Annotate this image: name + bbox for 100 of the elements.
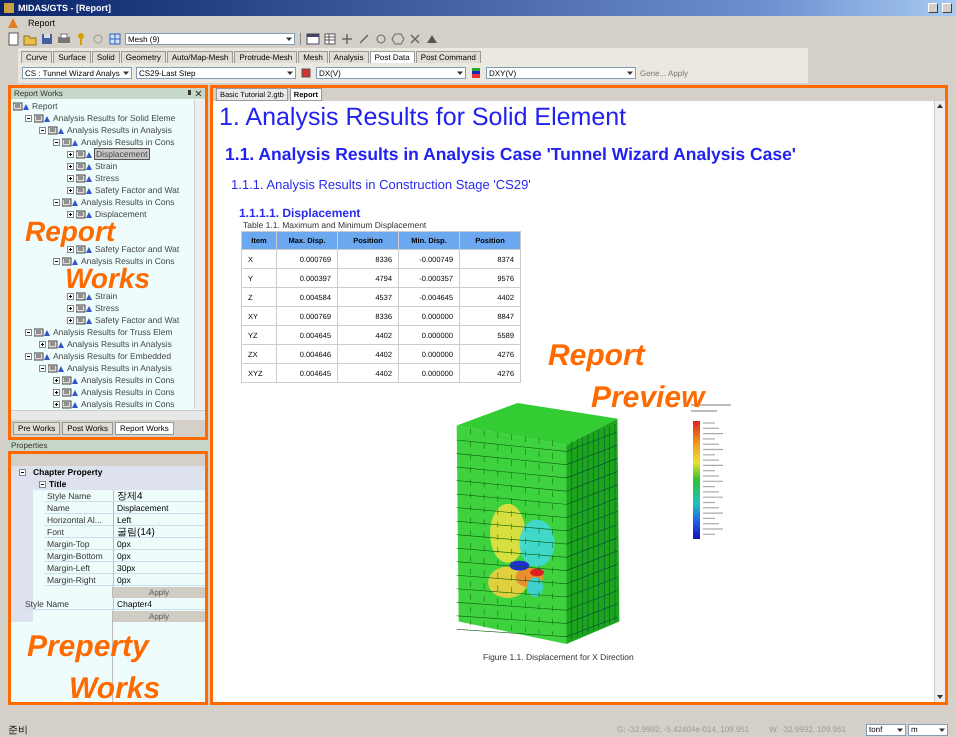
tree-item[interactable]: Displacement [94, 209, 148, 219]
tree-item[interactable]: Analysis Results in Cons [80, 375, 176, 385]
tree-item[interactable]: Strain [94, 161, 118, 171]
tree-item[interactable]: Analysis Results for Embedded [52, 351, 172, 361]
hexagon-icon[interactable] [391, 32, 405, 46]
close-icon[interactable] [195, 90, 202, 97]
pin-icon[interactable] [186, 90, 193, 97]
slash-icon[interactable] [357, 32, 371, 46]
expand-icon[interactable] [67, 292, 74, 300]
property-value[interactable]: 0px [113, 538, 205, 550]
tree-item[interactable]: Analysis Results in Analysis [66, 339, 173, 349]
tree-item[interactable]: Safety Factor and Wat [94, 315, 180, 325]
color-bar-icon[interactable] [470, 67, 482, 79]
close-button[interactable] [942, 3, 952, 13]
case-combo[interactable]: CS : Tunnel Wizard Analys [22, 67, 132, 79]
tree-item[interactable]: Analysis Results in Analysis [66, 363, 173, 373]
tree-item[interactable]: Analysis Results in Cons [80, 137, 176, 147]
ribbon-tab[interactable]: Auto/Map-Mesh [166, 51, 234, 63]
expand-icon[interactable] [67, 210, 74, 218]
collapse-icon[interactable] [18, 468, 26, 476]
dropdown-arrow-icon[interactable] [457, 70, 463, 76]
expand-icon[interactable] [53, 400, 60, 408]
apply-button[interactable]: Apply [113, 610, 205, 622]
menu-item[interactable]: Report [24, 18, 60, 28]
table-icon[interactable] [323, 32, 337, 46]
ribbon-tab[interactable]: Geometry [120, 51, 166, 63]
tree-item[interactable]: Report [31, 101, 59, 111]
expand-icon[interactable] [67, 150, 74, 158]
collapse-icon[interactable] [53, 138, 60, 146]
expand-icon[interactable] [39, 340, 46, 348]
property-value[interactable]: Chapter4 [113, 598, 205, 610]
dropdown-arrow-icon[interactable] [286, 36, 292, 42]
ribbon-tab[interactable]: Solid [92, 51, 120, 63]
force-unit-combo[interactable]: tonf [866, 724, 906, 736]
tree-item[interactable]: Stress [94, 173, 120, 183]
collapse-icon[interactable] [25, 352, 32, 360]
ribbon-tab[interactable]: Surface [53, 51, 91, 63]
horizontal-scrollbar[interactable] [11, 410, 205, 420]
property-value[interactable]: Left [113, 514, 205, 526]
property-value[interactable]: 0px [113, 550, 205, 562]
collapse-icon[interactable] [53, 258, 60, 264]
expand-icon[interactable] [67, 316, 74, 324]
collapse-icon[interactable] [39, 480, 46, 488]
plus-icon[interactable] [340, 32, 354, 46]
tree-item[interactable]: Safety Factor and Wat [94, 244, 180, 254]
panel-tab[interactable]: Report Works [114, 422, 174, 435]
length-unit-combo[interactable]: m [908, 724, 948, 736]
ribbon-tab[interactable]: Post Command [416, 51, 481, 63]
tree-item[interactable]: Analysis Results in Cons [80, 399, 176, 409]
cross-icon[interactable] [408, 32, 422, 46]
dropdown-arrow-icon[interactable] [897, 726, 903, 732]
ribbon-tab[interactable]: Curve [21, 51, 52, 63]
vertical-scrollbar[interactable] [934, 101, 945, 702]
grid-icon[interactable] [108, 32, 122, 46]
expand-icon[interactable] [67, 174, 74, 182]
vertical-scrollbar[interactable] [194, 100, 205, 409]
panel-tab[interactable]: Post Works [62, 422, 113, 435]
tree-item[interactable]: Stress [94, 303, 120, 313]
tree-item[interactable]: Analysis Results for Solid Eleme [52, 113, 176, 123]
expand-icon[interactable] [67, 246, 74, 252]
tree-item[interactable]: Analysis Results for Truss Elem [52, 327, 174, 337]
ribbon-tab[interactable]: Mesh [298, 51, 328, 63]
ribbon-tab[interactable]: Post Data [370, 51, 415, 63]
expand-icon[interactable] [53, 388, 60, 396]
page-icon[interactable] [6, 32, 20, 46]
apply-label[interactable]: Gene... Apply [640, 68, 688, 78]
ribbon-tab[interactable]: Protrude-Mesh [234, 51, 298, 63]
tree-item[interactable]: Safety Factor and Wat [94, 185, 180, 195]
expand-icon[interactable] [67, 304, 74, 312]
tree-item[interactable]: Analysis Results in Analysis [66, 125, 173, 135]
circle-icon[interactable] [374, 32, 388, 46]
tree-item[interactable]: Strain [94, 291, 118, 301]
component-combo[interactable]: DXY(V) [486, 67, 636, 79]
collapse-icon[interactable] [25, 114, 32, 122]
dropdown-arrow-icon[interactable] [123, 70, 129, 76]
property-value[interactable]: 굴림(14) [113, 526, 205, 538]
step-combo[interactable]: CS29-Last Step [136, 67, 296, 79]
panel-tab[interactable]: Pre Works [13, 422, 60, 435]
cube-icon[interactable] [300, 67, 312, 79]
dropdown-arrow-icon[interactable] [287, 70, 293, 76]
tree-item[interactable]: Analysis Results in Cons [80, 256, 176, 266]
ribbon-tab[interactable]: Analysis [328, 51, 369, 63]
collapse-icon[interactable] [39, 364, 46, 372]
dropdown-arrow-icon[interactable] [627, 70, 633, 76]
tree-item[interactable]: Displacement [94, 148, 150, 160]
mesh-combo[interactable]: Mesh (9) [125, 33, 295, 45]
printer-icon[interactable] [57, 32, 71, 46]
collapse-icon[interactable] [39, 126, 46, 134]
expand-icon[interactable] [67, 186, 74, 194]
collapse-icon[interactable] [25, 328, 32, 336]
expand-icon[interactable] [67, 162, 74, 170]
property-value[interactable]: 장제4 [113, 490, 205, 502]
tree-item[interactable]: Analysis Results in Cons [80, 387, 176, 397]
property-value[interactable]: 0px [113, 574, 205, 586]
expand-icon[interactable] [53, 376, 60, 384]
result-combo[interactable]: DX(V) [316, 67, 466, 79]
tree-item[interactable]: Analysis Results in Cons [80, 197, 176, 207]
window-icon[interactable] [306, 32, 320, 46]
apply-button[interactable]: Apply [113, 586, 205, 598]
minimize-button[interactable] [928, 3, 938, 13]
